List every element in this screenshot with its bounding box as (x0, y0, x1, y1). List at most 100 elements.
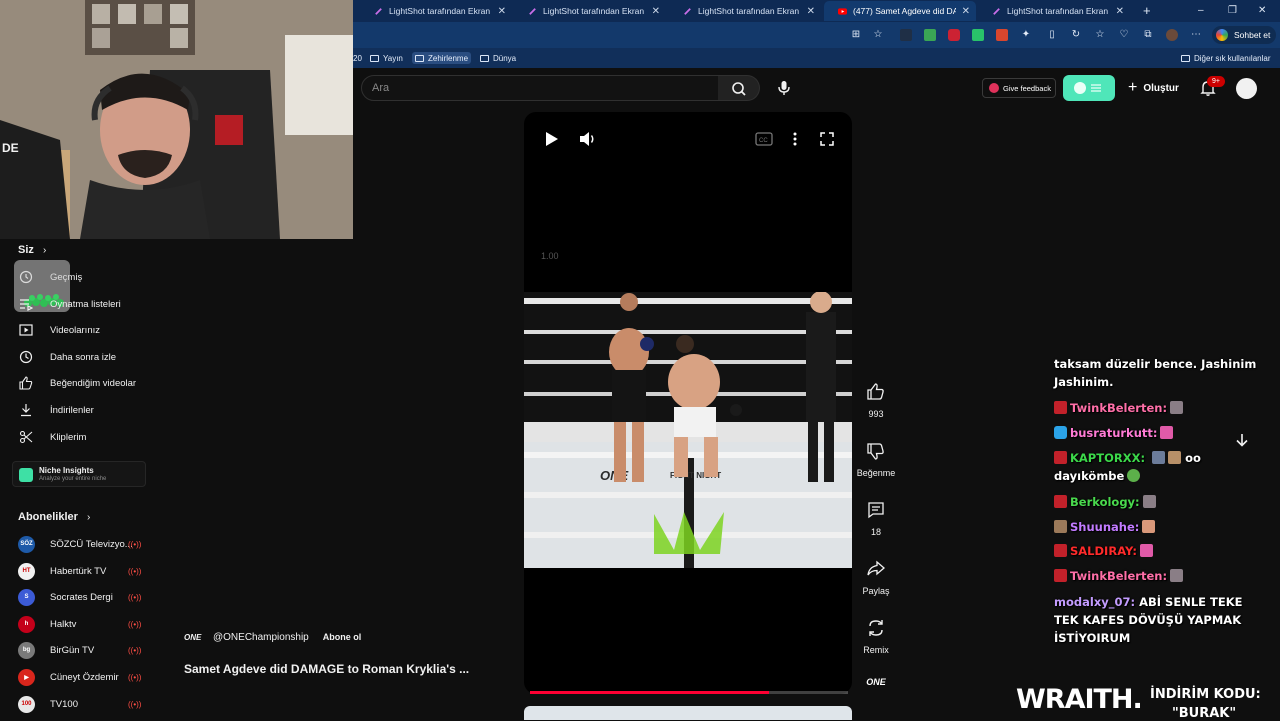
split-screen-icon[interactable]: ▯ (1046, 29, 1058, 41)
restore-button[interactable]: ❐ (1228, 5, 1237, 16)
collections-icon[interactable]: ⧉ (1142, 29, 1154, 41)
next-short-preview[interactable] (524, 706, 852, 720)
close-tab-icon[interactable]: ✕ (1116, 6, 1124, 17)
scroll-down-button[interactable] (1234, 432, 1250, 448)
subscription-item[interactable]: HT Habertürk TV (18, 562, 140, 580)
give-feedback-button[interactable]: Give feedback (982, 78, 1056, 98)
sidebar-item-watch-later[interactable]: Daha sonra izle (18, 348, 168, 366)
niche-insights-extension[interactable]: Niche Insights Analyze your entire niche (12, 461, 146, 487)
share-icon (867, 560, 885, 576)
sidebar-item-clips[interactable]: Kliplerim (18, 428, 168, 446)
extension-toggle-button[interactable] (1063, 75, 1115, 101)
emote-icon (1168, 451, 1182, 464)
chat-message: Berkology: (1054, 493, 1264, 511)
other-bookmarks[interactable]: Diğer sık kullanılanlar (1181, 52, 1270, 64)
sidebar-item-your-videos[interactable]: Videolarınız (18, 321, 168, 339)
discount-code-label: İNDİRİM KODU: (1150, 687, 1261, 702)
new-tab-button[interactable]: + (1143, 3, 1151, 18)
comments-button[interactable]: 18 (855, 500, 897, 537)
extension-icon[interactable] (948, 29, 960, 41)
lightshot-icon (683, 7, 692, 16)
browser-tab[interactable]: LightShot tarafından Ekran Görü ✕ (514, 1, 666, 21)
captions-button[interactable]: CC (755, 131, 773, 147)
refresh-sync-icon[interactable]: ↻ (1070, 29, 1082, 41)
fullscreen-button[interactable] (819, 131, 835, 147)
chat-username: TwinkBelerten: (1070, 569, 1168, 583)
video-frame: ONE FIGHT NIGHT (524, 292, 852, 568)
search-input[interactable]: Ara (361, 75, 719, 101)
browser-tab[interactable]: LightShot tarafından Ekran Görü ✕ (669, 1, 821, 21)
subscription-item[interactable]: SÖZ SÖZCÜ Televizyo... (18, 535, 140, 553)
remix-button[interactable]: Remix (855, 618, 897, 655)
subscription-item[interactable]: bg BirGün TV (18, 641, 140, 659)
extension-icon[interactable] (924, 29, 936, 41)
like-icon (18, 375, 34, 391)
extension-icon[interactable] (900, 29, 912, 41)
close-tab-icon[interactable]: ✕ (498, 6, 506, 17)
bookmark-folder[interactable]: Dünya (480, 52, 516, 64)
copilot-icon (1216, 29, 1228, 41)
profile-avatar[interactable] (1166, 29, 1178, 41)
bookmark-partial[interactable]: 20 (353, 52, 362, 64)
create-button[interactable]: + Oluştur (1128, 78, 1184, 98)
sound-source-logo[interactable]: ONE (863, 674, 889, 690)
subscription-item[interactable]: h Halktv (18, 615, 140, 633)
star-icon[interactable]: ☆ (872, 29, 884, 41)
browser-tab[interactable]: LightShot tarafından Ekran Görü ✕ (978, 1, 1130, 21)
channel-handle[interactable]: @ONEChampionship (213, 632, 309, 643)
you-header-label: Siz (18, 244, 34, 256)
copilot-chat-button[interactable]: Sohbet et (1212, 26, 1276, 44)
bookmark-folder[interactable]: Zehirlenme (412, 52, 472, 64)
puzzle-icon[interactable]: ✦ (1020, 29, 1032, 41)
chat-badge-icon (1054, 569, 1067, 582)
minimize-button[interactable]: – (1198, 5, 1204, 16)
niche-title: Niche Insights (39, 466, 94, 475)
more-icon[interactable]: ⋯ (1190, 29, 1202, 41)
extension-icon[interactable] (996, 29, 1008, 41)
chat-message: SALDIRAY: (1054, 542, 1264, 560)
webcam-overlay: DE (0, 0, 353, 239)
chat-badge-icon (1054, 544, 1067, 557)
close-tab-icon[interactable]: ✕ (652, 6, 660, 17)
subscriptions-header[interactable]: Abonelikler › (18, 511, 90, 523)
dislike-label: Beğenme (856, 468, 896, 478)
browser-tab-active[interactable]: (477) Samet Agdeve did DAMAG ✕ (824, 1, 976, 21)
close-window-button[interactable]: ✕ (1258, 5, 1266, 16)
sidebar-item-liked-videos[interactable]: Beğendiğim videolar (18, 374, 168, 392)
notification-count-badge: 9+ (1207, 76, 1225, 87)
browser-tab[interactable]: LightShot tarafından Ekran Görü ✕ (360, 1, 512, 21)
chat-message: modalxy_07: ABİ SENLE TEKE TEK KAFES DÖV… (1054, 593, 1264, 647)
grid-icon[interactable]: ⊞ (850, 29, 862, 41)
dislike-button[interactable]: Beğenme (855, 441, 897, 478)
account-avatar[interactable] (1236, 78, 1257, 99)
bookmark-folder[interactable]: Yayın (370, 52, 403, 64)
microphone-icon (778, 81, 790, 95)
chat-username: SALDIRAY: (1070, 544, 1137, 558)
voice-search-button[interactable] (771, 75, 797, 101)
favorites-icon[interactable]: ☆ (1094, 29, 1106, 41)
close-tab-icon[interactable]: ✕ (807, 6, 815, 17)
play-button[interactable] (542, 130, 560, 148)
like-button[interactable]: 993 (855, 382, 897, 419)
channel-logo[interactable]: ONE (184, 628, 208, 646)
sidebar-item-playlists[interactable]: Oynatma listeleri (18, 295, 168, 313)
share-button[interactable]: Paylaş (855, 559, 897, 596)
search-button[interactable] (718, 75, 760, 101)
fullscreen-icon (820, 132, 834, 146)
subscription-item[interactable]: 100 TV100 (18, 695, 140, 713)
subscription-item[interactable]: ▶ Cüneyt Özdemir (18, 668, 140, 686)
sidebar-item-label: Videolarınız (50, 324, 100, 336)
more-options-button[interactable] (788, 131, 802, 147)
chat-message: taksam düzelir bence. Jashinim Jashinim. (1054, 355, 1264, 391)
heart-icon[interactable]: ♡ (1118, 29, 1130, 41)
sidebar-item-downloads[interactable]: İndirilenler (18, 401, 168, 419)
subscribe-button[interactable]: Abone ol (323, 632, 362, 642)
video-title[interactable]: Samet Agdeve did DAMAGE to Roman Kryklia… (184, 662, 469, 676)
extension-icon[interactable] (972, 29, 984, 41)
subscription-item[interactable]: S Socrates Dergi (18, 588, 140, 606)
playlist-icon (18, 296, 34, 312)
chat-badge-icon (1054, 520, 1067, 533)
you-section-header[interactable]: Siz › (18, 244, 46, 256)
volume-button[interactable] (578, 130, 598, 148)
close-tab-icon[interactable]: ✕ (962, 6, 970, 17)
